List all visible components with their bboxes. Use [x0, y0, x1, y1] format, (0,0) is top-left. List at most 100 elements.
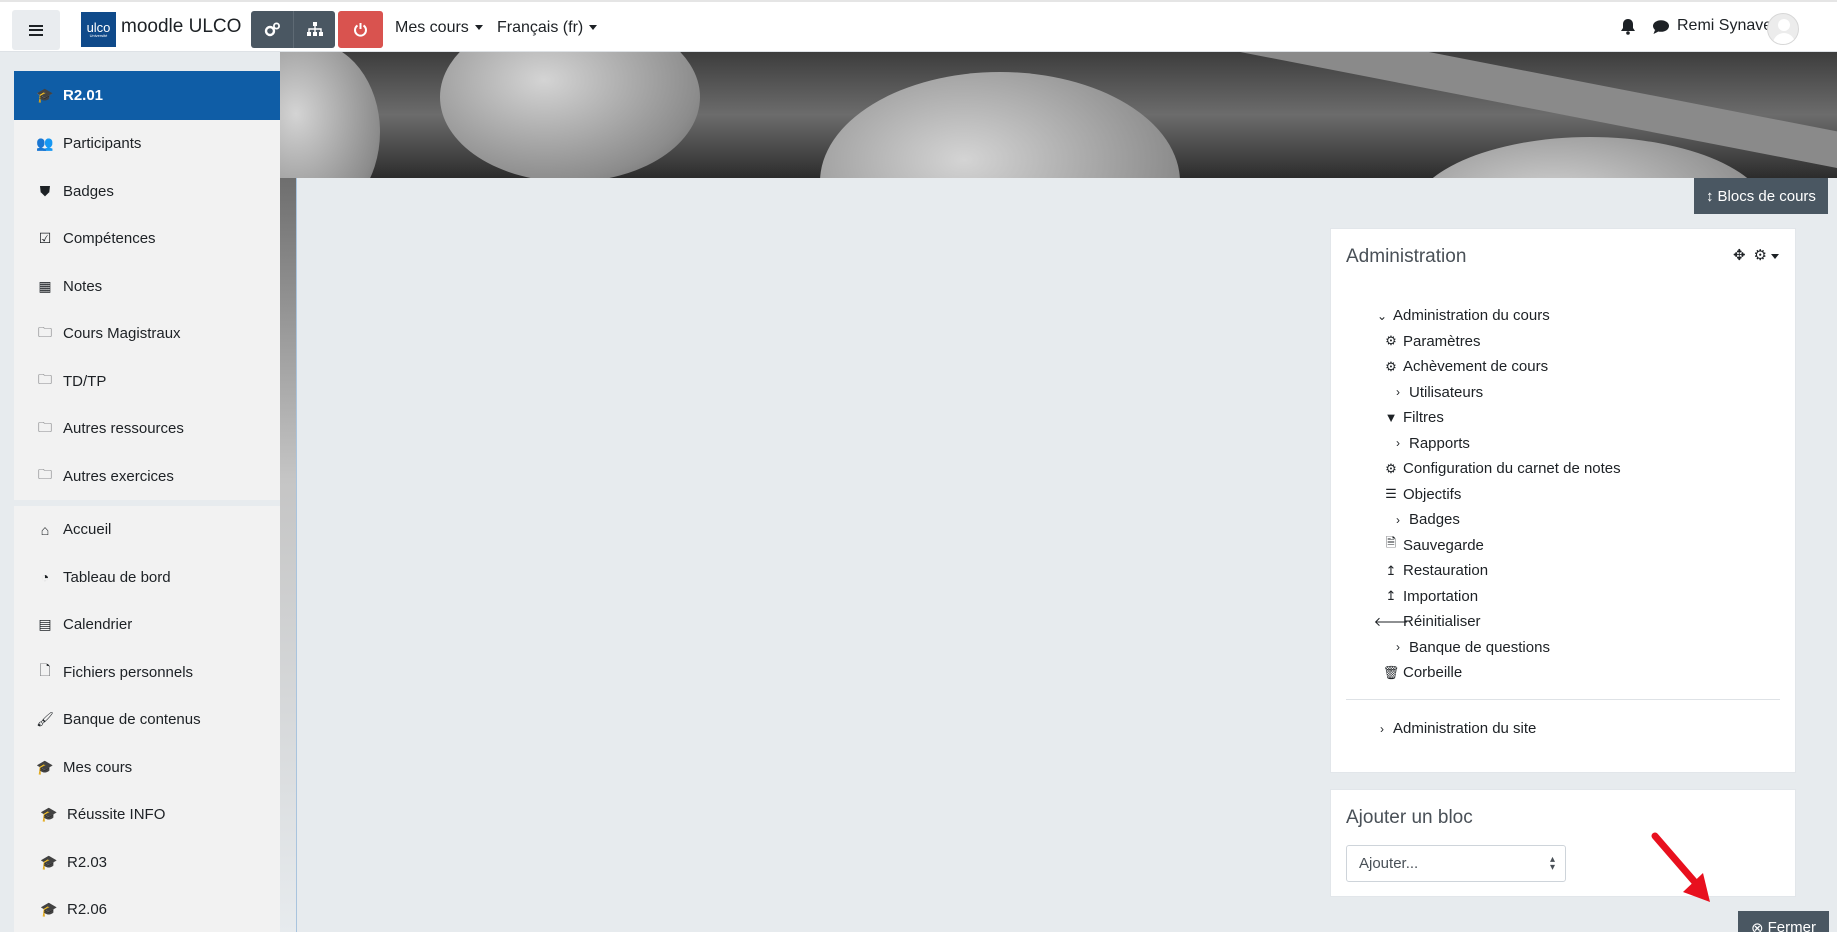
sidebar-item-fichiers-personnels[interactable]: 🗋 Fichiers personnels — [14, 649, 280, 697]
background-strip — [280, 178, 296, 932]
home-icon: ⌂ — [40, 521, 50, 538]
sidebar-item-reussite-info[interactable]: 🎓 Réussite INFO — [14, 791, 280, 839]
sidebar-item-td-tp[interactable]: 🗀 TD/TP — [14, 358, 280, 406]
tree-item-importation[interactable]: ↥ Importation — [1375, 584, 1621, 610]
sidebar-item-banque-de-contenus[interactable]: 🖌 Banque de contenus — [14, 696, 280, 744]
sidebar-item-competences[interactable]: ☑ Compétences — [14, 215, 280, 263]
logout-button[interactable] — [338, 11, 383, 48]
graduation-cap-icon: 🎓 — [40, 806, 58, 823]
sidebar-item-notes[interactable]: ▦ Notes — [14, 263, 280, 311]
gear-icon: ⚙ — [1385, 460, 1397, 476]
block-tools: ✥ ⚙ — [1733, 246, 1779, 264]
top-navbar: ulco Université moodle ULCO Mes cours Fr… — [0, 0, 1837, 52]
chevron-down-icon: ⌄ — [1376, 308, 1388, 323]
tree-item-filtres[interactable]: ▼ Filtres — [1375, 405, 1621, 431]
notifications-button[interactable] — [1620, 18, 1636, 40]
file-icon: 🗋 — [39, 662, 51, 679]
sidebar-item-mes-cours[interactable]: 🎓 Mes cours — [14, 744, 280, 792]
gear-icon: ⚙ — [1385, 358, 1397, 374]
folder-icon: 🗀 — [38, 466, 52, 483]
sitemap-icon — [306, 22, 323, 36]
check-square-icon: ☑ — [38, 230, 52, 247]
site-nav-group: ⌂ Accueil ◔ Tableau de bord ▤ Calendrier 🗋 F… — [14, 506, 280, 932]
tree-item-corbeille[interactable]: 🗑 Corbeille — [1375, 660, 1621, 686]
tree-item-utilisateurs[interactable]: › Utilisateurs — [1375, 380, 1621, 406]
course-banner-image — [280, 52, 1837, 178]
folder-icon: 🗀 — [38, 323, 52, 340]
user-name[interactable]: Remi Synave — [1677, 17, 1772, 35]
bell-icon — [1621, 19, 1635, 35]
tree-item-parametres[interactable]: ⚙ Paramètres — [1375, 329, 1621, 355]
users-icon: 👥 — [36, 135, 54, 152]
graduation-cap-icon: 🎓 — [40, 901, 58, 918]
sidebar-item-tableau-de-bord[interactable]: ◔ Tableau de bord — [14, 554, 280, 602]
sidebar-item-r201[interactable]: 🎓 R2.01 — [14, 71, 280, 120]
banner-seat — [820, 72, 1180, 178]
sidebar-item-badges[interactable]: ⛊ Badges — [14, 168, 280, 216]
list-icon: ☰ — [1385, 486, 1397, 502]
tree-item-restauration[interactable]: ↥ Restauration — [1375, 558, 1621, 584]
messages-button[interactable] — [1652, 19, 1670, 40]
chevron-right-icon: › — [1396, 436, 1400, 451]
nav-drawer-toggle[interactable] — [12, 10, 60, 50]
add-block-select[interactable]: Ajouter... ▴ ▾ — [1346, 845, 1566, 882]
admin-tree: ⌄ Administration du cours ⚙ Paramètres ⚙ Ac… — [1374, 303, 1621, 686]
add-block-title: Ajouter un bloc — [1346, 807, 1473, 828]
banner-seat — [280, 52, 380, 178]
dashboard-icon: ◔ — [40, 569, 50, 586]
language-menu[interactable]: Français (fr) — [497, 19, 598, 37]
tree-item-badges[interactable]: › Badges — [1375, 507, 1621, 533]
sitemap-button[interactable] — [293, 11, 335, 48]
graduation-cap-icon: 🎓 — [36, 758, 54, 775]
tree-item-achevement[interactable]: ⚙ Achèvement de cours — [1375, 354, 1621, 380]
chevron-right-icon: › — [1380, 721, 1384, 736]
tree-item-site-admin[interactable]: › Administration du site — [1375, 716, 1536, 742]
folder-icon: 🗀 — [38, 371, 52, 388]
calendar-icon: ▤ — [38, 616, 52, 633]
tree-item-sauvegarde[interactable]: 🗎 Sauvegarde — [1375, 533, 1621, 559]
hamburger-icon — [29, 24, 43, 36]
course-nav-group: 🎓 R2.01 👥 Participants ⛊ Badges ☑ Compétence… — [14, 71, 280, 500]
tree-item-rapports[interactable]: › Rapports — [1375, 431, 1621, 457]
ulco-logo[interactable]: ulco Université — [81, 12, 116, 47]
tree-item-course-admin[interactable]: ⌄ Administration du cours — [1375, 303, 1621, 329]
sidebar-item-calendrier[interactable]: ▤ Calendrier — [14, 601, 280, 649]
sidebar-item-autres-ressources[interactable]: 🗀 Autres ressources — [14, 405, 280, 453]
graduation-cap-icon: 🎓 — [40, 853, 58, 870]
close-drawer-button[interactable]: ⊗ Fermer — [1738, 911, 1829, 932]
caret-down-icon — [474, 25, 483, 31]
add-block-card: Ajouter un bloc Ajouter... ▴ ▾ — [1330, 789, 1796, 897]
sidebar-item-autres-exercices[interactable]: 🗀 Autres exercices — [14, 453, 280, 501]
gear-icon: ⚙ — [1385, 333, 1397, 349]
banner-seat — [440, 52, 700, 178]
my-courses-menu[interactable]: Mes cours — [395, 19, 483, 37]
tree-item-banque-de-questions[interactable]: › Banque de questions — [1375, 635, 1621, 661]
sidebar-item-cours-magistraux[interactable]: 🗀 Cours Magistraux — [14, 310, 280, 358]
tree-item-objectifs[interactable]: ☰ Objectifs — [1375, 482, 1621, 508]
sidebar-item-accueil[interactable]: ⌂ Accueil — [14, 506, 280, 554]
move-icon[interactable]: ✥ — [1733, 246, 1746, 264]
caret-down-icon — [1771, 253, 1779, 259]
sidebar-item-r203[interactable]: 🎓 R2.03 — [14, 839, 280, 887]
caret-down-icon — [589, 25, 598, 31]
close-circle-icon: ⊗ — [1751, 920, 1764, 932]
power-icon — [354, 23, 367, 37]
site-name[interactable]: moodle ULCO — [121, 16, 241, 38]
folder-icon: 🗀 — [38, 418, 52, 435]
nav-drawer: 🎓 R2.01 👥 Participants ⛊ Badges ☑ Compétence… — [14, 71, 280, 932]
tree-item-carnet-de-notes[interactable]: ⚙ Configuration du carnet de notes — [1375, 456, 1620, 482]
level-up-icon: ↥ — [1385, 588, 1397, 604]
sort-icon: ▴ ▾ — [1549, 854, 1555, 873]
divider — [1346, 699, 1780, 700]
sidebar-item-participants[interactable]: 👥 Participants — [14, 120, 280, 168]
gear-icon[interactable]: ⚙ — [1754, 246, 1779, 264]
trash-icon: 🗑 — [1382, 664, 1400, 680]
admin-tools-button[interactable] — [251, 11, 293, 48]
avatar[interactable] — [1767, 13, 1799, 45]
sidebar-item-r206[interactable]: 🎓 R2.06 — [14, 886, 280, 932]
filter-icon: ▼ — [1384, 410, 1398, 426]
tree-item-reinitialiser[interactable]: 🡐 Réinitialiser — [1374, 609, 1621, 635]
course-blocks-button[interactable]: ↕ Blocs de cours — [1694, 178, 1828, 214]
shield-icon: ⛊ — [39, 182, 51, 199]
annotation-arrow-icon — [1651, 832, 1710, 902]
